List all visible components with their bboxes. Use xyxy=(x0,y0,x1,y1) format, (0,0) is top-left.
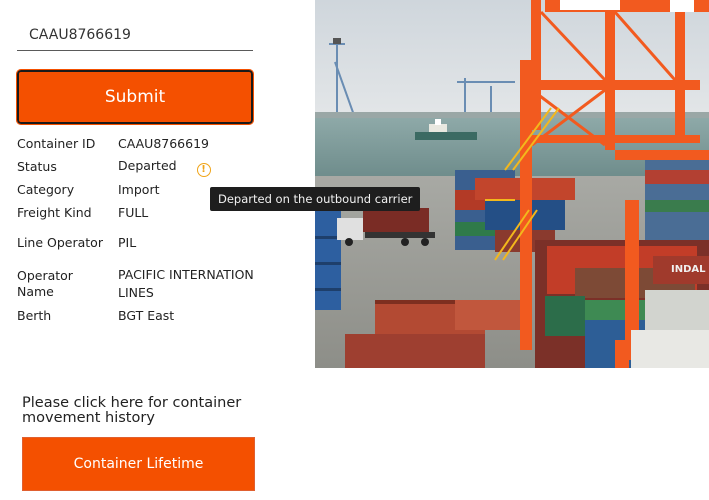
detail-label: Category xyxy=(17,182,75,197)
detail-value: BGT East xyxy=(118,308,175,323)
submit-button[interactable]: Submit xyxy=(16,69,254,125)
detail-value: PIL xyxy=(118,235,137,250)
info-warning-icon[interactable]: ! xyxy=(196,163,211,177)
detail-row-status: Status Departed! xyxy=(17,158,287,177)
container-brand-text: INDAL xyxy=(671,264,706,275)
status-value: Departed xyxy=(118,158,177,173)
detail-value: CAAU8766619 xyxy=(118,136,209,151)
detail-label: Line Operator xyxy=(17,235,103,250)
detail-label: Berth xyxy=(17,308,52,323)
status-tooltip: Departed on the outbound carrier xyxy=(210,187,421,211)
detail-row-line-operator: Line Operator PIL xyxy=(17,226,287,260)
detail-row-berth: Berth BGT East xyxy=(17,307,287,325)
container-search-input[interactable] xyxy=(17,17,253,50)
detail-label: Operator Name xyxy=(17,268,73,299)
history-prompt: Please click here for container movement… xyxy=(22,395,242,426)
detail-row-operator-name: Operator Name PACIFIC INTERNATION LINES xyxy=(17,266,287,302)
detail-label: Freight Kind xyxy=(17,205,92,220)
port-illustration: INDAL xyxy=(315,0,709,368)
container-details: Container ID CAAU8766619 Status Departed… xyxy=(17,135,287,325)
detail-label: Status xyxy=(17,159,57,174)
detail-row-container-id: Container ID CAAU8766619 xyxy=(17,135,287,153)
container-search-field[interactable] xyxy=(17,17,253,51)
detail-value: PACIFIC INTERNATION LINES xyxy=(118,267,254,300)
container-lifetime-button[interactable]: Container Lifetime xyxy=(22,437,255,491)
detail-label: Container ID xyxy=(17,136,96,151)
container-port-image: INDAL xyxy=(315,0,709,368)
